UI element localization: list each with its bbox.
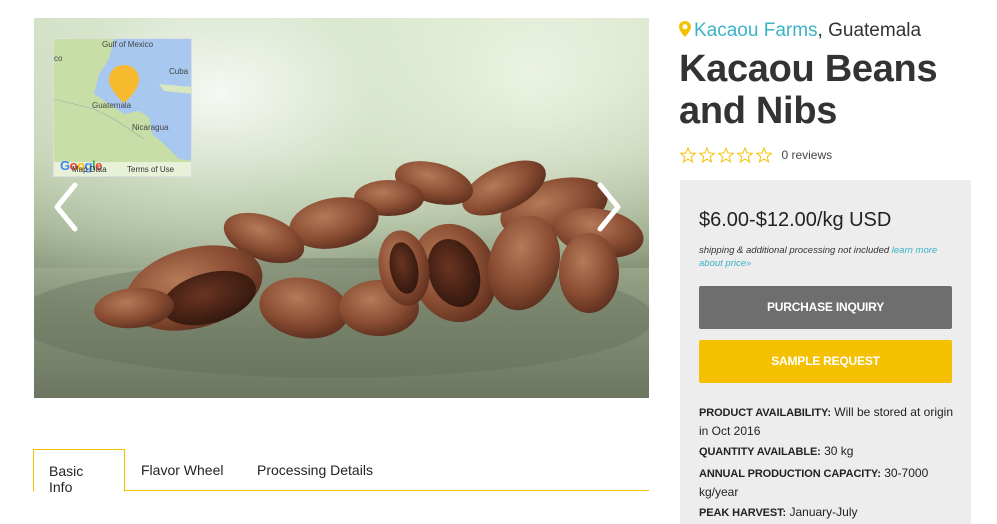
spec-quantity: QUANTITY AVAILABLE: 30 kg xyxy=(699,442,961,461)
location-map[interactable]: Gulf of Mexico Cuba Guatemala Nicaragua … xyxy=(53,38,192,177)
map-pin-icon[interactable] xyxy=(109,65,139,103)
star-empty-icon xyxy=(756,146,772,163)
tab-processing-details[interactable]: Processing Details xyxy=(257,449,373,491)
star-empty-icon xyxy=(680,146,696,163)
spec-harvest-label: PEAK HARVEST: xyxy=(699,507,787,519)
terms-of-use-link[interactable]: Terms of Use xyxy=(127,165,174,174)
purchase-inquiry-button[interactable]: PURCHASE INQUIRY xyxy=(699,286,952,329)
tab-flavor-wheel[interactable]: Flavor Wheel xyxy=(141,449,223,491)
shipping-note: shipping & additional processing not inc… xyxy=(699,244,959,270)
shipping-note-text: shipping & additional processing not inc… xyxy=(699,245,890,256)
spec-capacity-label: ANNUAL PRODUCTION CAPACITY: xyxy=(699,468,881,480)
reviews-count[interactable]: 0 reviews xyxy=(781,148,832,162)
star-empty-icon xyxy=(718,146,734,163)
farm-link[interactable]: Kacaou Farms xyxy=(694,20,818,41)
star-empty-icon xyxy=(699,146,715,163)
spec-harvest: PEAK HARVEST: January-July xyxy=(699,503,961,522)
country-label: , Guatemala xyxy=(817,20,922,41)
spec-quantity-value: 30 kg xyxy=(824,444,854,458)
product-title: Kacaou Beans and Nibs xyxy=(679,48,938,132)
price-range: $6.00-$12.00/kg USD xyxy=(699,209,892,231)
gallery-next-button[interactable] xyxy=(590,177,630,237)
location-pin-icon xyxy=(679,21,691,37)
product-location: Kacaou Farms, Guatemala xyxy=(679,20,921,42)
spec-harvest-value: January-July xyxy=(789,505,858,519)
spec-capacity: ANNUAL PRODUCTION CAPACITY: 30-7000 kg/y… xyxy=(699,464,961,501)
chevron-left-icon xyxy=(54,182,78,232)
map-data-link[interactable]: Map Data xyxy=(72,165,107,174)
spec-availability-label: PRODUCT AVAILABILITY: xyxy=(699,407,831,419)
tab-basic-info[interactable]: Basic Info xyxy=(33,449,125,495)
map-label-cuba: Cuba xyxy=(169,67,189,76)
spec-quantity-label: QUANTITY AVAILABLE: xyxy=(699,446,821,458)
sample-request-button[interactable]: SAMPLE REQUEST xyxy=(699,340,952,383)
map-label-co: co xyxy=(54,54,63,63)
product-rating[interactable]: 0 reviews xyxy=(680,146,832,166)
chevron-right-icon xyxy=(597,182,621,232)
map-label-nicaragua: Nicaragua xyxy=(132,123,169,132)
gallery-prev-button[interactable] xyxy=(45,177,85,237)
map-label-gulf: Gulf of Mexico xyxy=(102,40,154,49)
star-empty-icon xyxy=(737,146,753,163)
spec-availability: PRODUCT AVAILABILITY: Will be stored at … xyxy=(699,403,961,440)
price-panel: $6.00-$12.00/kg USD shipping & additiona… xyxy=(680,180,971,524)
product-tabs: Basic Info Flavor Wheel Processing Detai… xyxy=(33,449,649,495)
